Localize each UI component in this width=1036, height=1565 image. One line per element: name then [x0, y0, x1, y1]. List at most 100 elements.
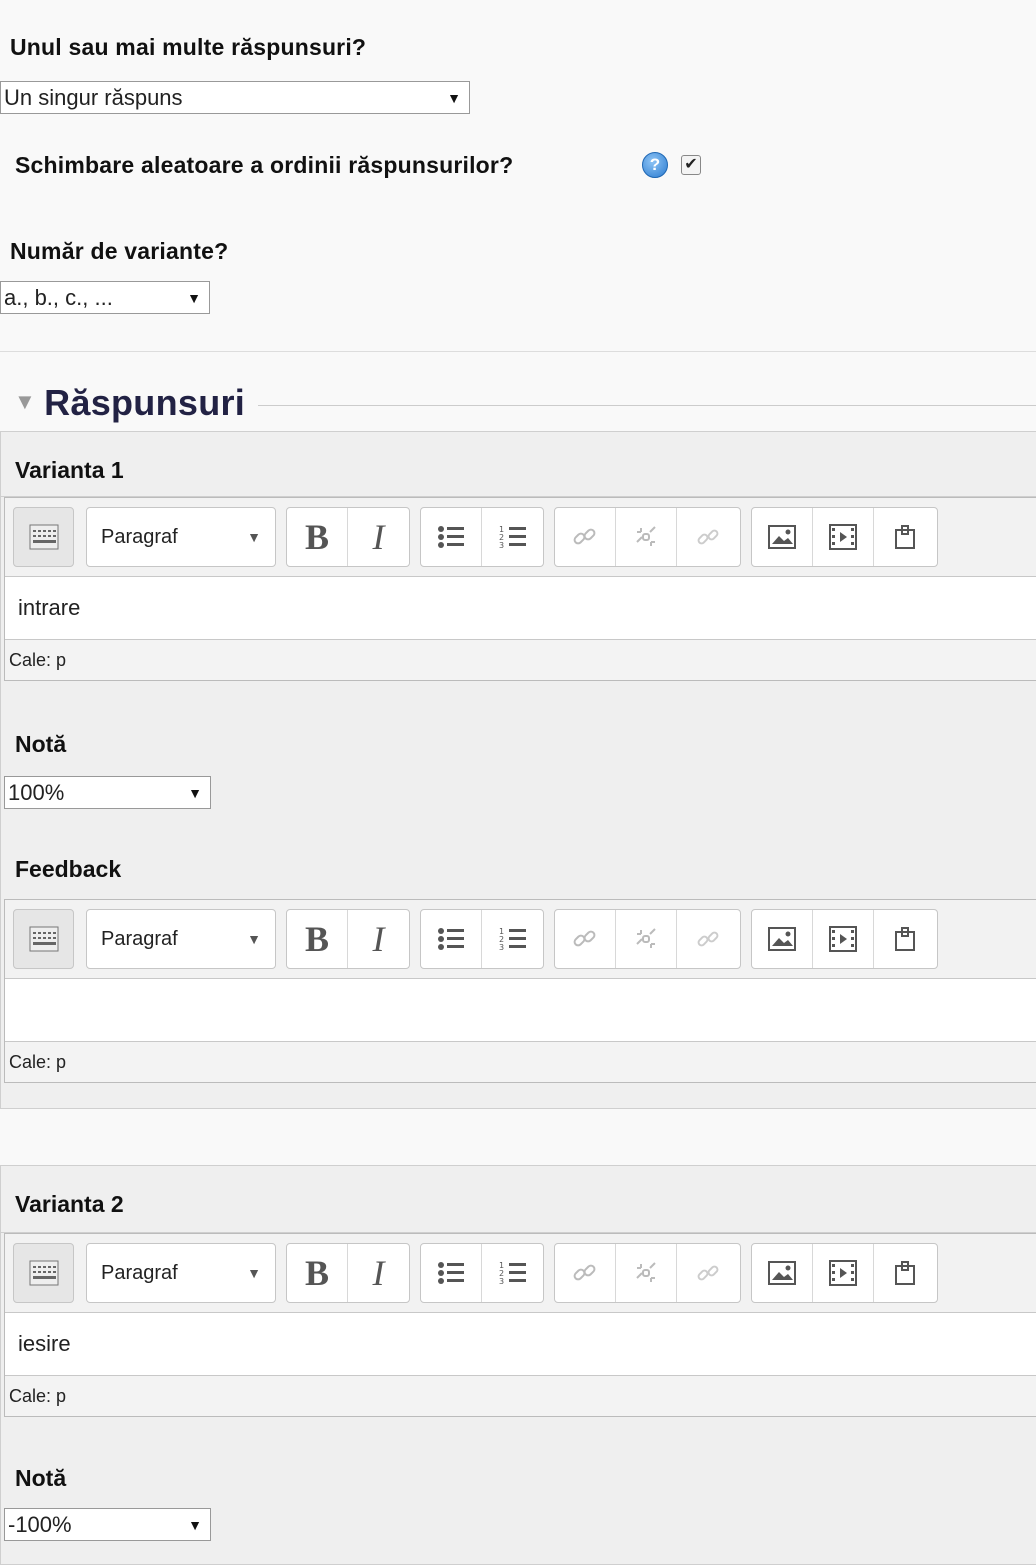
link-button[interactable] [555, 508, 616, 566]
chevron-down-icon: ▼ [187, 289, 201, 306]
chevron-down-icon: ▼ [247, 1265, 261, 1281]
link-button[interactable] [555, 1244, 616, 1302]
answer-2-box: Varianta 2 Paragraf ▼ B I 123 iesire Cal… [0, 1165, 1036, 1565]
bold-button[interactable]: B [287, 1244, 348, 1302]
grade-2-value: -100% [8, 1511, 72, 1537]
bullet-list-button[interactable] [421, 1244, 482, 1302]
anchor-icon [697, 529, 718, 545]
link-icon [573, 930, 596, 947]
bullet-list-icon [438, 928, 464, 950]
media-button[interactable] [813, 508, 874, 566]
link-button[interactable] [555, 910, 616, 968]
numbered-list-button[interactable]: 123 [482, 508, 543, 566]
keyboard-icon [29, 926, 58, 952]
unlink-button[interactable] [616, 508, 677, 566]
files-icon [894, 525, 915, 549]
paragraph-format-select[interactable]: Paragraf ▼ [86, 909, 276, 969]
image-icon [768, 927, 796, 951]
toolbar-toggle-button[interactable] [13, 909, 74, 969]
answer-2-title: Varianta 2 [15, 1191, 124, 1217]
numbered-list-icon: 123 [499, 1261, 526, 1286]
unlink-icon [636, 1262, 656, 1282]
unlink-button[interactable] [616, 1244, 677, 1302]
media-group [751, 909, 938, 969]
files-icon [894, 927, 915, 951]
files-icon [894, 1261, 915, 1285]
media-button[interactable] [813, 1244, 874, 1302]
answers-section-toggle[interactable]: ▼ Răspunsuri [14, 382, 245, 424]
italic-button[interactable]: I [348, 910, 409, 968]
list-group: 123 [420, 1243, 544, 1303]
answer-1-title: Varianta 1 [15, 457, 124, 483]
bullet-list-button[interactable] [421, 508, 482, 566]
bold-button[interactable]: B [287, 910, 348, 968]
numbering-value: a., b., c., ... [4, 284, 113, 310]
editor-path: Cale: p [5, 640, 1036, 680]
link-group [554, 909, 741, 969]
anchor-icon [697, 1265, 718, 1281]
grade-2-label: Notă [15, 1465, 67, 1491]
editor-toolbar: Paragraf ▼ B I 123 [5, 900, 1036, 979]
chevron-down-icon: ▼ [447, 89, 461, 106]
list-group: 123 [420, 909, 544, 969]
image-button[interactable] [752, 1244, 813, 1302]
image-icon [768, 525, 796, 549]
manage-files-button[interactable] [874, 910, 935, 968]
text-style-group: B I [286, 1243, 410, 1303]
italic-button[interactable]: I [348, 1244, 409, 1302]
answer-2-text-area[interactable]: iesire [5, 1313, 1036, 1376]
numbered-list-button[interactable]: 123 [482, 910, 543, 968]
media-button[interactable] [813, 910, 874, 968]
image-button[interactable] [752, 910, 813, 968]
image-button[interactable] [752, 508, 813, 566]
link-icon [573, 528, 596, 545]
link-group [554, 507, 741, 567]
bold-button[interactable]: B [287, 508, 348, 566]
manage-files-button[interactable] [874, 1244, 935, 1302]
anchor-button[interactable] [677, 508, 738, 566]
anchor-button[interactable] [677, 910, 738, 968]
feedback-1-editor: Paragraf ▼ B I 123 Cale: p [4, 899, 1036, 1083]
chevron-down-icon: ▼ [247, 529, 261, 545]
shuffle-answers-checkbox[interactable]: ✔ [681, 155, 701, 175]
numbering-label: Număr de variante? [10, 238, 229, 264]
editor-toolbar: Paragraf ▼ B I 123 [5, 498, 1036, 577]
paragraph-format-select[interactable]: Paragraf ▼ [86, 1243, 276, 1303]
answer-1-editor: Paragraf ▼ B I 123 intrare Cale: p [4, 497, 1036, 681]
numbered-list-icon: 123 [499, 525, 526, 550]
feedback-1-text-area[interactable] [5, 979, 1036, 1042]
collapse-triangle-icon: ▼ [14, 389, 37, 415]
grade-2-select[interactable]: -100% ▼ [4, 1508, 211, 1541]
toolbar-toggle-button[interactable] [13, 507, 74, 567]
grade-1-value: 100% [8, 779, 65, 805]
grade-1-select[interactable]: 100% ▼ [4, 776, 211, 809]
answers-section-title: Răspunsuri [44, 382, 246, 423]
editor-toolbar: Paragraf ▼ B I 123 [5, 1234, 1036, 1313]
numbered-list-icon: 123 [499, 927, 526, 952]
anchor-button[interactable] [677, 1244, 738, 1302]
chevron-down-icon: ▼ [188, 784, 202, 801]
answer-1-text-area[interactable]: intrare [5, 577, 1036, 640]
multiple-answers-value: Un singur răspuns [4, 84, 183, 110]
film-icon [829, 1260, 857, 1286]
numbered-list-button[interactable]: 123 [482, 1244, 543, 1302]
media-group [751, 507, 938, 567]
list-group: 123 [420, 507, 544, 567]
paragraph-format-value: Paragraf [101, 927, 178, 950]
help-icon[interactable]: ? [642, 152, 668, 178]
film-icon [829, 926, 857, 952]
paragraph-format-select[interactable]: Paragraf ▼ [86, 507, 276, 567]
manage-files-button[interactable] [874, 508, 935, 566]
link-group [554, 1243, 741, 1303]
unlink-button[interactable] [616, 910, 677, 968]
svg-text:3: 3 [499, 1277, 504, 1286]
multiple-answers-select[interactable]: Un singur răspuns ▼ [0, 81, 470, 114]
unlink-icon [636, 928, 656, 948]
bullet-list-button[interactable] [421, 910, 482, 968]
unlink-icon [636, 526, 656, 546]
numbering-select[interactable]: a., b., c., ... ▼ [0, 281, 210, 314]
editor-path: Cale: p [5, 1042, 1036, 1082]
toolbar-toggle-button[interactable] [13, 1243, 74, 1303]
svg-text:3: 3 [499, 541, 504, 550]
italic-button[interactable]: I [348, 508, 409, 566]
